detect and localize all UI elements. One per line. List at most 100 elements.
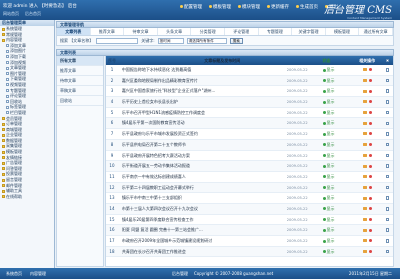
delete-icon[interactable] bbox=[368, 132, 372, 136]
edit-icon[interactable] bbox=[362, 185, 367, 189]
row-checkbox[interactable] bbox=[385, 68, 390, 72]
site-home-link[interactable]: 网站首页 bbox=[3, 11, 19, 17]
article-title-link[interactable]: 镇乐平市中南三中第十三支部组织 bbox=[118, 193, 287, 203]
tab[interactable]: 待审文章 bbox=[124, 28, 158, 35]
delete-icon[interactable] bbox=[368, 111, 372, 115]
row-checkbox[interactable] bbox=[385, 174, 390, 179]
article-title-link[interactable]: 嘉兴区委和地税局制作出品精彩教育宣传片 bbox=[118, 76, 287, 86]
article-title-link[interactable]: 乐平历史上首位女市长县长出炉 bbox=[118, 97, 287, 107]
edit-icon[interactable] bbox=[362, 89, 367, 93]
article-title-link[interactable]: 乐平县政府开展特色招考大赛活动方案 bbox=[118, 151, 287, 161]
edit-icon[interactable] bbox=[362, 164, 367, 168]
row-checkbox[interactable] bbox=[385, 89, 390, 93]
article-title-link[interactable]: 市第十三届人大第四次会议召开十九次会议 bbox=[118, 204, 287, 214]
edit-icon[interactable] bbox=[362, 68, 367, 72]
row-checkbox[interactable] bbox=[385, 110, 390, 115]
delete-icon[interactable] bbox=[368, 121, 372, 125]
edit-icon[interactable] bbox=[362, 175, 367, 179]
edit-icon[interactable] bbox=[362, 143, 367, 147]
edit-icon[interactable] bbox=[362, 228, 367, 232]
category-select[interactable]: 请选择所有条件 bbox=[186, 37, 227, 44]
nav-generate-home[interactable]: 生成首页 bbox=[296, 4, 318, 10]
delete-icon[interactable] bbox=[368, 250, 372, 254]
row-checkbox[interactable] bbox=[385, 217, 390, 222]
tab[interactable]: 模板管理 bbox=[326, 28, 360, 35]
tab[interactable]: 文章列表 bbox=[57, 28, 91, 35]
footer-link-home[interactable]: 系统首页 bbox=[6, 271, 22, 277]
row-checkbox[interactable] bbox=[385, 78, 390, 83]
tab[interactable]: 分类管理 bbox=[191, 28, 225, 35]
row-checkbox[interactable] bbox=[385, 239, 390, 243]
delete-icon[interactable] bbox=[368, 100, 372, 104]
article-title-link[interactable]: 乐平县政府与乐平市城市发展投资正式签约 bbox=[118, 129, 287, 139]
delete-icon[interactable] bbox=[368, 217, 372, 221]
row-checkbox[interactable] bbox=[385, 121, 390, 126]
edit-icon[interactable] bbox=[362, 111, 367, 115]
tab[interactable]: 推荐文章 bbox=[91, 28, 125, 35]
category-item[interactable]: 所有文章 bbox=[57, 56, 103, 66]
category-item[interactable]: 推荐文章 bbox=[57, 66, 103, 76]
edit-icon[interactable] bbox=[362, 100, 367, 104]
article-title-link[interactable]: 乐平市召开甲型H1N1流感疫情防控工作调度会 bbox=[118, 108, 287, 118]
delete-icon[interactable] bbox=[368, 175, 372, 179]
admin-home-link[interactable]: 后台首页 bbox=[25, 11, 41, 17]
category-item[interactable]: 草稿文章 bbox=[57, 86, 103, 96]
article-title-link[interactable]: 共青团在长沙召开共青团工作推进会 bbox=[118, 247, 287, 257]
delete-icon[interactable] bbox=[368, 143, 372, 147]
tab[interactable]: 通过所有文章 bbox=[359, 28, 393, 35]
delete-icon[interactable] bbox=[368, 153, 372, 157]
row-checkbox[interactable] bbox=[385, 185, 390, 190]
article-title-link[interactable]: 乐平街道开展五一劳动节集体活动报道 bbox=[118, 161, 287, 171]
tab[interactable]: 头条文章 bbox=[158, 28, 192, 35]
edit-icon[interactable] bbox=[362, 79, 367, 83]
row-checkbox[interactable] bbox=[385, 153, 390, 158]
nav-update-cache[interactable]: 更新缓存 bbox=[267, 4, 289, 10]
sidebar-item[interactable]: 在线帮助 bbox=[0, 194, 54, 200]
row-checkbox[interactable] bbox=[385, 132, 390, 136]
article-title-link[interactable]: 市政府召开2009年全国城乡示范城镇建设规划研讨 bbox=[118, 236, 287, 246]
delete-icon[interactable] bbox=[368, 207, 372, 211]
row-checkbox[interactable] bbox=[385, 207, 390, 211]
nav-config[interactable]: 配置管理 bbox=[180, 4, 202, 10]
sort-select[interactable]: 按时间 bbox=[157, 37, 184, 44]
row-checkbox[interactable] bbox=[385, 249, 390, 254]
category-item[interactable]: 回收站 bbox=[57, 96, 103, 106]
delete-icon[interactable] bbox=[368, 228, 372, 232]
edit-icon[interactable] bbox=[362, 207, 367, 211]
delete-icon[interactable] bbox=[368, 164, 372, 168]
nav-template[interactable]: 模板管理 bbox=[209, 4, 231, 10]
row-checkbox[interactable] bbox=[385, 196, 390, 200]
row-checkbox[interactable] bbox=[385, 142, 390, 147]
row-checkbox[interactable] bbox=[385, 164, 390, 168]
row-checkbox[interactable] bbox=[385, 100, 390, 104]
tab[interactable]: 关键字管理 bbox=[292, 28, 326, 35]
article-title-link[interactable]: 中国报告称地下水持续恶化 达到最高值 bbox=[118, 65, 287, 75]
category-item[interactable]: 待审文章 bbox=[57, 76, 103, 86]
keyword-input[interactable] bbox=[96, 37, 139, 44]
tab[interactable]: 专题管理 bbox=[259, 28, 293, 35]
delete-icon[interactable] bbox=[368, 79, 372, 83]
article-title-link[interactable]: 乐平南京一中有效达标创建成绩喜人 bbox=[118, 172, 287, 182]
delete-icon[interactable] bbox=[368, 196, 372, 200]
edit-icon[interactable] bbox=[362, 250, 367, 254]
nav-module[interactable]: 模块管理 bbox=[238, 4, 260, 10]
tab[interactable]: 评论管理 bbox=[225, 28, 259, 35]
row-checkbox[interactable] bbox=[385, 228, 390, 232]
search-button[interactable]: 搜索 bbox=[229, 37, 243, 44]
article-title-link[interactable]: 乐平县供电局召开第二十五个教师节 bbox=[118, 140, 287, 150]
article-title-link[interactable]: 嘉兴区中国首家旅行社"科技型"企业正式落户"湖州... bbox=[118, 86, 287, 96]
edit-icon[interactable] bbox=[362, 217, 367, 221]
article-title-link[interactable]: 镇4届乐20届第四季度联合宣传检查工作 bbox=[118, 215, 287, 225]
footer-link-content[interactable]: 内容管理 bbox=[30, 271, 46, 277]
select-all-checkbox[interactable] bbox=[385, 58, 390, 63]
article-title-link[interactable]: 镇4届乐平第一次国防教育宣传活动 bbox=[118, 118, 287, 128]
header-select[interactable] bbox=[382, 56, 393, 65]
edit-icon[interactable] bbox=[362, 239, 367, 243]
edit-icon[interactable] bbox=[362, 121, 367, 125]
article-title-link[interactable]: 乐平第二十四届教职工运动会开幕式举行 bbox=[118, 183, 287, 193]
delete-icon[interactable] bbox=[368, 185, 372, 189]
edit-icon[interactable] bbox=[362, 132, 367, 136]
edit-icon[interactable] bbox=[362, 196, 367, 200]
edit-icon[interactable] bbox=[362, 153, 367, 157]
delete-icon[interactable] bbox=[368, 68, 372, 72]
